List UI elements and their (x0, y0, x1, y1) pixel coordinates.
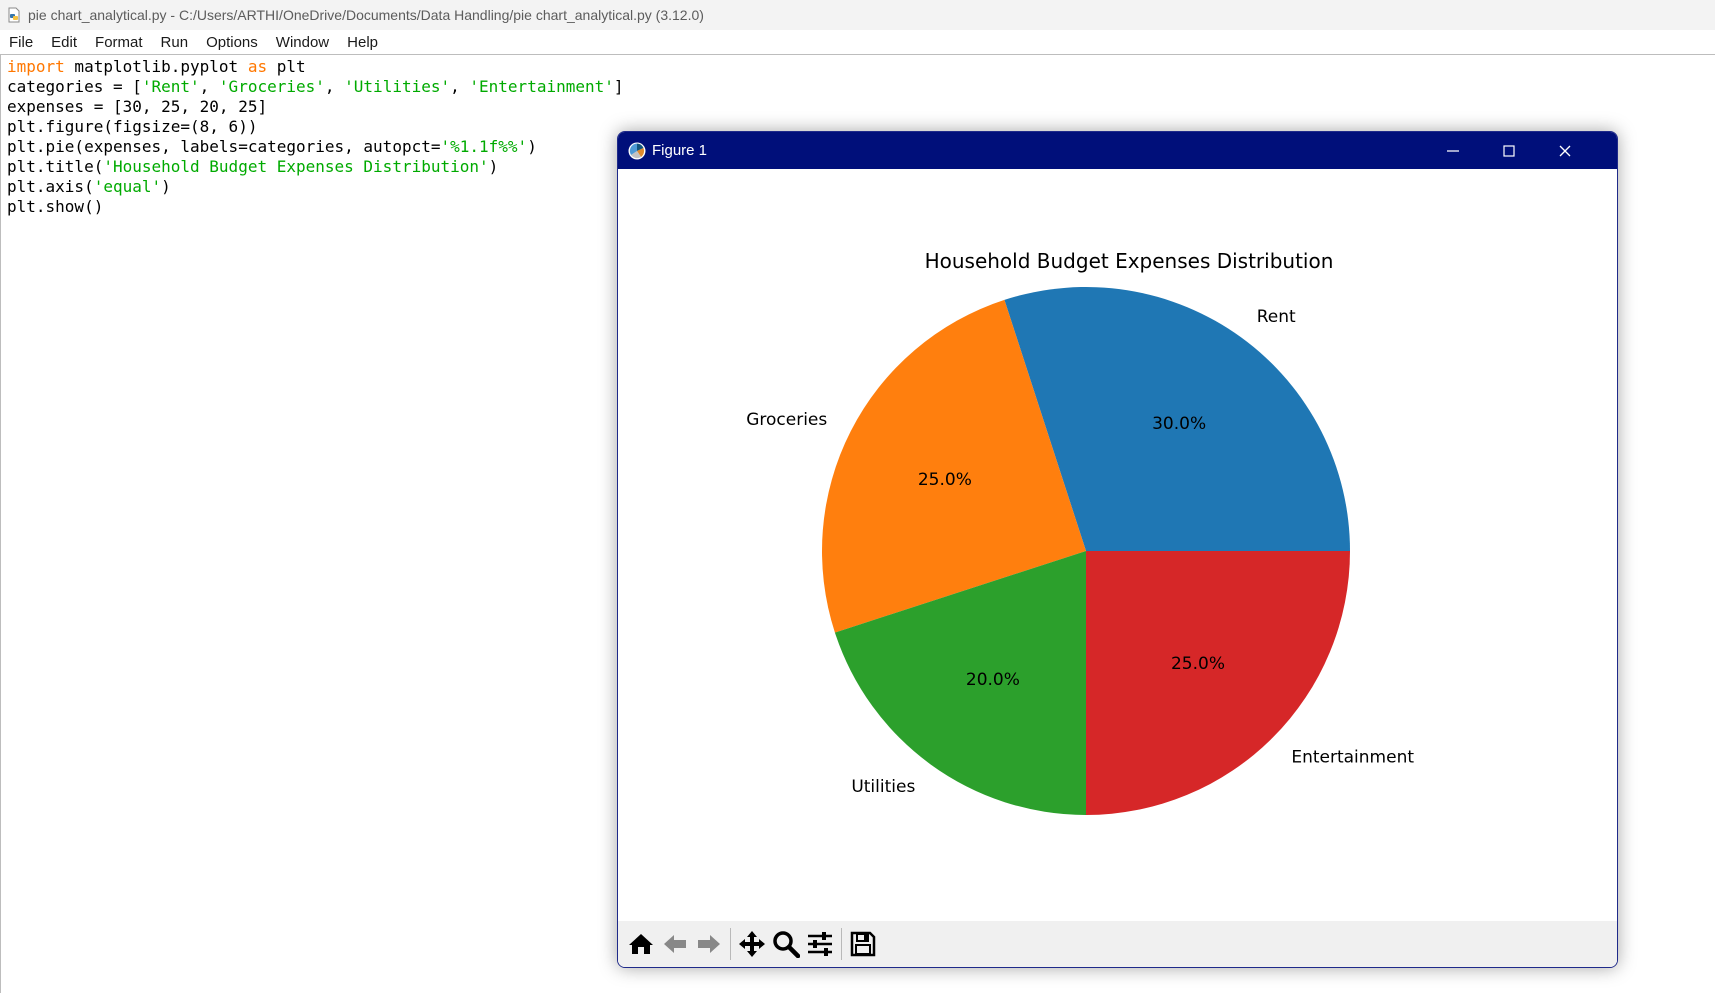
toolbar-separator (730, 928, 731, 960)
code-token: ) (527, 137, 537, 156)
maximize-button[interactable] (1480, 132, 1538, 169)
menu-run[interactable]: Run (152, 34, 198, 51)
maximize-icon (1503, 144, 1515, 157)
chart-title: Household Budget Expenses Distribution (925, 249, 1334, 273)
code-line[interactable]: plt.show() (7, 197, 624, 217)
window-title: pie chart_analytical.py - C:/Users/ARTHI… (28, 7, 704, 23)
save-button[interactable] (846, 927, 880, 961)
code-token: 'Groceries' (218, 77, 325, 96)
code-line[interactable]: expenses = [30, 25, 20, 25] (7, 97, 624, 117)
minimize-button[interactable] (1424, 132, 1482, 169)
code-token: as (247, 57, 268, 76)
code-token: plt.pie(expenses, labels=categories, aut… (7, 137, 441, 156)
menu-file[interactable]: File (0, 34, 42, 51)
close-icon (1559, 145, 1571, 156)
code-token: 'Household Budget Expenses Distribution' (103, 157, 489, 176)
code-token: ] (613, 77, 624, 96)
code-token: 'Rent' (141, 77, 200, 96)
menu-window[interactable]: Window (267, 34, 338, 51)
code-token: categories = [ (7, 77, 142, 96)
code-token: , (199, 77, 219, 96)
configure-subplots-icon (808, 932, 832, 956)
pie-value-label-entertainment: 25.0% (1171, 654, 1225, 674)
code-token: plt.title( (7, 157, 104, 176)
code-line[interactable]: import matplotlib.pyplot as plt (7, 57, 624, 77)
code-token: 'Entertainment' (469, 77, 614, 96)
code-token: '%1.1f%%' (440, 137, 528, 156)
pie-value-label-rent: 30.0% (1152, 414, 1206, 434)
window-titlebar: pie chart_analytical.py - C:/Users/ARTHI… (0, 0, 1715, 30)
figure-window[interactable]: Figure 1 Household Budget Expenses Distr… (617, 131, 1618, 968)
close-button[interactable] (1536, 132, 1594, 169)
back-icon (664, 935, 686, 953)
code-token: , (324, 77, 345, 96)
code-token: ) (161, 177, 171, 196)
figure-canvas[interactable]: Household Budget Expenses Distribution R… (618, 169, 1617, 921)
pan-icon (739, 931, 765, 957)
save-icon (850, 931, 876, 957)
menu-options[interactable]: Options (197, 34, 267, 51)
menu-format[interactable]: Format (86, 34, 152, 51)
pie-label-rent: Rent (1257, 307, 1296, 327)
code-token: expenses = [30, 25, 20, 25] (7, 97, 268, 116)
figure-toolbar (618, 921, 1617, 967)
menu-bar: File Edit Format Run Options Window Help (0, 30, 1715, 55)
code-line[interactable]: plt.title('Household Budget Expenses Dis… (7, 157, 624, 177)
configure-subplots-button[interactable] (803, 927, 837, 961)
pie-label-utilities: Utilities (851, 777, 915, 797)
code-token: plt.show() (7, 197, 104, 216)
code-token: plt (267, 57, 306, 76)
home-button[interactable] (624, 927, 658, 961)
code-token: matplotlib.pyplot (64, 57, 248, 76)
code-token: ) (488, 157, 499, 176)
code-line[interactable]: categories = ['Rent', 'Groceries', 'Util… (7, 77, 624, 97)
back-button[interactable] (658, 927, 692, 961)
toolbar-separator (841, 928, 842, 960)
zoom-button[interactable] (769, 927, 803, 961)
code-token: plt.figure(figsize=(8, 6)) (7, 117, 258, 136)
code-token: 'equal' (93, 177, 162, 196)
pie-slice-entertainment (1086, 551, 1350, 815)
matplotlib-logo-icon (628, 142, 646, 160)
pie-label-entertainment: Entertainment (1291, 747, 1414, 767)
code-line[interactable]: plt.figure(figsize=(8, 6)) (7, 117, 624, 137)
python-file-icon (6, 7, 22, 23)
figure-title: Figure 1 (652, 142, 708, 159)
code-token: import (7, 57, 65, 76)
home-icon (629, 934, 653, 954)
pie-value-label-groceries: 25.0% (918, 470, 972, 490)
minimize-icon (1447, 149, 1459, 152)
pan-button[interactable] (735, 927, 769, 961)
pie-value-label-utilities: 20.0% (966, 670, 1020, 690)
menu-help[interactable]: Help (338, 34, 387, 51)
code-token: plt.axis( (7, 177, 94, 196)
forward-button[interactable] (692, 927, 726, 961)
zoom-icon (773, 931, 800, 958)
code-text[interactable]: import matplotlib.pyplot as plt categorie… (7, 57, 624, 217)
code-token: 'Utilities' (344, 77, 451, 96)
code-token: , (450, 77, 470, 96)
menu-edit[interactable]: Edit (42, 34, 86, 51)
code-line[interactable]: plt.axis('equal') (7, 177, 624, 197)
pie-chart: Household Budget Expenses Distribution R… (746, 249, 1414, 815)
code-line[interactable]: plt.pie(expenses, labels=categories, aut… (7, 137, 624, 157)
pie-label-groceries: Groceries (746, 410, 827, 430)
figure-titlebar[interactable]: Figure 1 (618, 132, 1617, 169)
forward-icon (698, 935, 720, 953)
